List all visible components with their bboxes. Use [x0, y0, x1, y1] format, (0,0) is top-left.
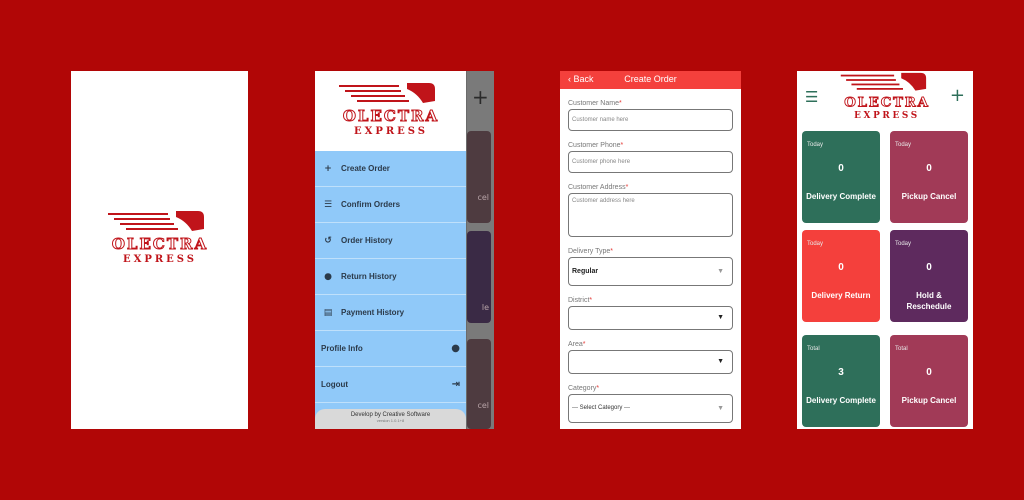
splash-screen: OLECTRA EXPRESS — [71, 71, 248, 429]
delivery-type-value: Regular — [572, 268, 599, 275]
menu-item-label: Order History — [341, 236, 393, 245]
card-value: 0 — [838, 262, 844, 273]
card-caption: Today — [807, 142, 824, 148]
customer-address-label: Customer Address* — [568, 184, 629, 191]
logout-icon: ⇥ — [451, 379, 460, 390]
customer-phone-input[interactable]: Customer phone here — [568, 151, 733, 173]
card-value: 0 — [926, 367, 932, 378]
add-order-icon[interactable]: + — [950, 85, 965, 106]
dashboard-screen: ☰ OLECTRA EXPRESS + Today 0 Delivery Com… — [797, 71, 973, 429]
page-title: Create Order — [624, 74, 677, 84]
customer-phone-label: Customer Phone* — [568, 142, 624, 149]
card-caption: Today — [807, 241, 824, 247]
navigation-drawer: OLECTRA EXPRESS + Create Order ☰ Confirm… — [315, 71, 466, 429]
svg-text:OLECTRA: OLECTRA — [343, 107, 439, 125]
card-label: Delivery Return — [811, 291, 871, 300]
menu-item-label: Logout — [321, 380, 349, 389]
district-select[interactable]: ▼ — [568, 306, 733, 330]
card-label: Pickup Cancel — [901, 396, 957, 405]
card-caption: Today — [895, 142, 912, 148]
menu-item-order-history[interactable]: ↺ Order History — [315, 223, 466, 259]
stat-card-total-pickup-cancel[interactable]: Total 0 Pickup Cancel — [890, 335, 968, 427]
category-label: Category* — [568, 385, 600, 392]
footer-credit: Develop by Creative Software — [350, 412, 431, 418]
drawer-menu: + Create Order ☰ Confirm Orders ↺ Order … — [315, 151, 466, 429]
menu-item-create-order[interactable]: + Create Order — [315, 151, 466, 187]
menu-item-label: Payment History — [341, 308, 405, 317]
drawer-logo: OLECTRA EXPRESS — [337, 81, 445, 137]
menu-item-label: Create Order — [341, 164, 390, 173]
drawer-footer: Develop by Creative Software version 1.0… — [315, 409, 466, 429]
card-label: Delivery Complete — [806, 192, 876, 201]
stat-card-today-delivery-return[interactable]: Today 0 Delivery Return — [802, 230, 880, 322]
customer-name-label: Customer Name* — [568, 100, 622, 107]
app-version: version 1.0.1+8 — [376, 418, 405, 423]
add-icon[interactable]: + — [472, 85, 489, 109]
svg-text:OLECTRA: OLECTRA — [844, 95, 930, 111]
dashboard-logo: OLECTRA EXPRESS — [839, 71, 935, 121]
stat-card-total-delivery-complete[interactable]: Total 3 Delivery Complete — [802, 335, 880, 427]
menu-item-return-history[interactable]: ● Return History — [315, 259, 466, 295]
dropdown-arrow-icon: ▼ — [717, 405, 724, 412]
dropdown-arrow-icon: ▼ — [717, 358, 724, 365]
history-icon: ↺ — [324, 235, 332, 246]
card-value: 0 — [926, 163, 932, 174]
delivery-type-select[interactable]: Regular ▼ — [568, 257, 733, 286]
underlay-card: cel — [467, 131, 491, 223]
plus-icon: + — [324, 163, 332, 174]
menu-item-profile-info[interactable]: Profile Info ● — [315, 331, 466, 367]
list-icon: ☰ — [323, 199, 333, 210]
drawer-header: OLECTRA EXPRESS — [315, 71, 466, 151]
stat-card-today-pickup-cancel[interactable]: Today 0 Pickup Cancel — [890, 131, 968, 223]
stat-card-today-hold-reschedule[interactable]: Today 0 Hold & Reschedule — [890, 230, 968, 322]
underlay-card: cel — [467, 339, 491, 429]
area-label: Area* — [568, 341, 586, 348]
area-select[interactable]: ▼ — [568, 350, 733, 374]
menu-item-label: Confirm Orders — [341, 200, 401, 209]
svg-text:EXPRESS: EXPRESS — [854, 111, 920, 121]
drawer-screen: + cel le cel OLECTRA EXPRESS + Create Or… — [315, 71, 494, 429]
menu-item-payment-history[interactable]: ▤ Payment History — [315, 295, 466, 331]
stat-card-today-delivery-complete[interactable]: Today 0 Delivery Complete — [802, 131, 880, 223]
customer-name-input[interactable]: Customer name here — [568, 109, 733, 131]
category-select[interactable]: --- Select Category --- ▼ — [568, 394, 733, 423]
splash-logo: OLECTRA EXPRESS — [106, 209, 214, 265]
order-form: Customer Name* Customer name here Custom… — [560, 100, 741, 423]
create-order-screen: ‹ Back Create Order Customer Name* Custo… — [560, 71, 741, 429]
card-caption: Total — [895, 346, 908, 352]
dropdown-arrow-icon: ▼ — [717, 268, 724, 275]
svg-text:EXPRESS: EXPRESS — [123, 254, 197, 265]
card-label: Hold & Reschedule — [906, 291, 952, 311]
underlay-card: le — [467, 231, 491, 323]
payment-icon: ▤ — [323, 307, 333, 318]
dashboard-header: ☰ OLECTRA EXPRESS + — [797, 71, 973, 123]
card-label: Pickup Cancel — [901, 192, 957, 201]
svg-text:OLECTRA: OLECTRA — [112, 235, 208, 253]
app-bar: ‹ Back Create Order — [560, 71, 741, 89]
menu-item-label: Return History — [341, 272, 397, 281]
menu-item-label: Profile Info — [321, 344, 363, 353]
card-value: 0 — [838, 163, 844, 174]
card-caption: Total — [807, 346, 820, 352]
menu-item-logout[interactable]: Logout ⇥ — [315, 367, 466, 403]
person-icon: ● — [451, 343, 460, 354]
card-value: 3 — [838, 367, 844, 378]
alert-icon: ● — [324, 271, 332, 282]
menu-item-confirm-orders[interactable]: ☰ Confirm Orders — [315, 187, 466, 223]
card-caption: Today — [895, 241, 912, 247]
hamburger-menu-icon[interactable]: ☰ — [805, 88, 818, 106]
svg-text:EXPRESS: EXPRESS — [354, 126, 428, 137]
delivery-type-label: Delivery Type* — [568, 248, 614, 255]
category-value: --- Select Category --- — [572, 405, 631, 411]
card-value: 0 — [926, 262, 932, 273]
dropdown-arrow-icon: ▼ — [717, 314, 724, 321]
district-label: District* — [568, 297, 593, 304]
customer-address-input[interactable]: Customer address here — [568, 193, 733, 237]
card-label: Delivery Complete — [806, 396, 876, 405]
